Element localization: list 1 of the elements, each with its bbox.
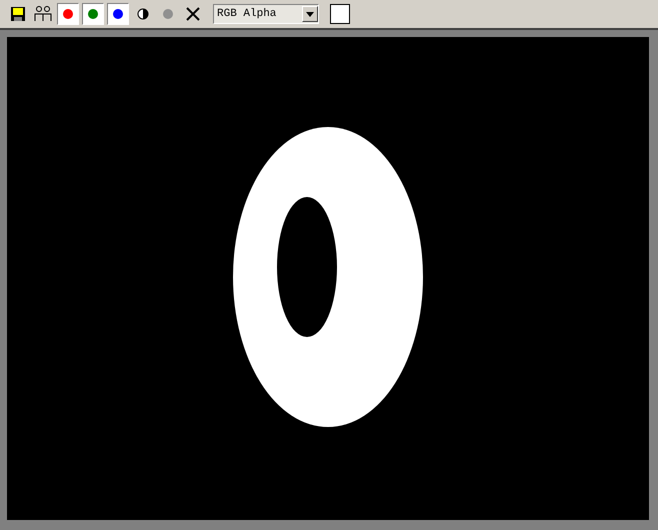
display-dropdown[interactable]: RGB Alpha <box>213 4 319 24</box>
